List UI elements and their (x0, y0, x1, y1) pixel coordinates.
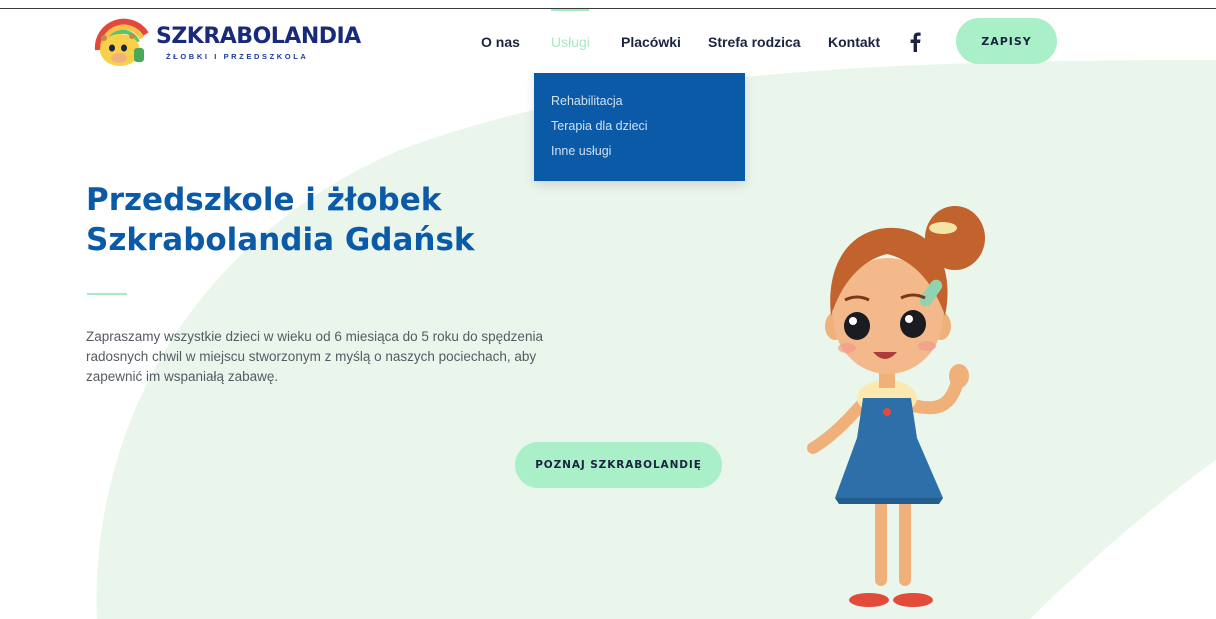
nav-item-kontakt[interactable]: Kontakt (828, 34, 880, 50)
facebook-icon[interactable] (909, 32, 921, 52)
brand-name: SZKRABOLANDIA (156, 24, 361, 49)
girl-illustration (807, 206, 985, 607)
hero-title: Przedszkole i żłobek Szkrabolandia Gdańs… (86, 180, 475, 260)
dropdown-item-inne-uslugi[interactable]: Inne usługi (551, 144, 611, 158)
uslugi-dropdown-menu: Rehabilitacja Terapia dla dzieci Inne us… (534, 73, 745, 181)
giraffe-logo-icon (94, 18, 149, 66)
hero-title-line-2: Szkrabolandia Gdańsk (86, 222, 475, 258)
hero-title-line-1: Przedszkole i żłobek (86, 182, 442, 218)
nav-item-placowki[interactable]: Placówki (621, 34, 681, 50)
brand-tagline: ŻŁOBKI I PRZEDSZKOLA (166, 52, 309, 61)
nav-active-indicator (551, 9, 589, 11)
brand-logo[interactable]: SZKRABOLANDIA ŻŁOBKI I PRZEDSZKOLA (86, 12, 361, 70)
dropdown-item-terapia[interactable]: Terapia dla dzieci (551, 119, 648, 133)
nav-item-uslugi[interactable]: Usługi (551, 34, 590, 50)
nav-item-o-nas[interactable]: O nas (481, 34, 520, 50)
nav-item-strefa-rodzica[interactable]: Strefa rodzica (708, 34, 801, 50)
hero-description: Zapraszamy wszystkie dzieci w wieku od 6… (86, 329, 543, 384)
hero-divider (87, 293, 127, 295)
poznaj-szkrabolandie-button[interactable]: POZNAJ SZKRABOLANDIĘ (515, 442, 722, 488)
dropdown-item-rehabilitacja[interactable]: Rehabilitacja (551, 94, 623, 108)
zapisy-button[interactable]: ZAPISY (956, 18, 1057, 64)
